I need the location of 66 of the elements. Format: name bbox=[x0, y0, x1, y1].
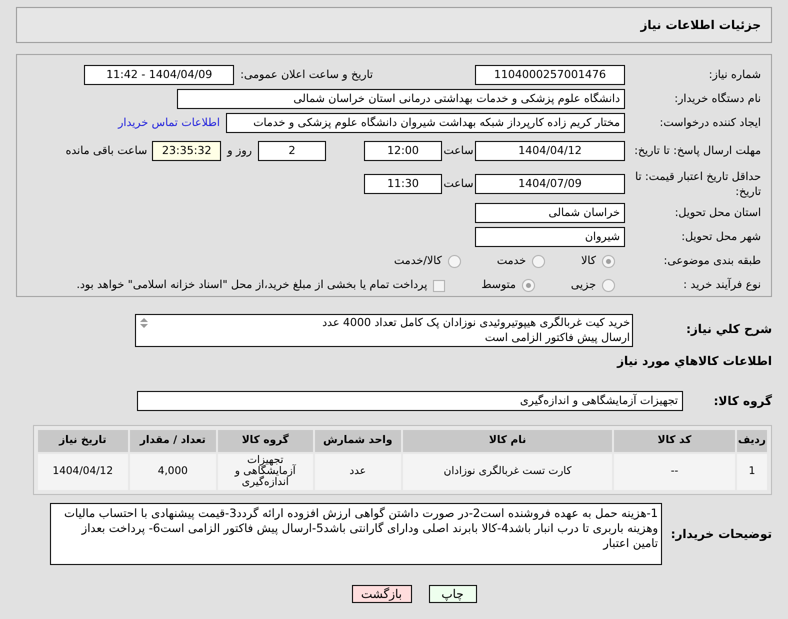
column-header: نام کالا bbox=[403, 430, 612, 452]
radio-button[interactable] bbox=[448, 254, 461, 268]
print-button[interactable]: چاپ bbox=[428, 584, 476, 602]
column-header: گروه کالا bbox=[218, 430, 313, 452]
field-label: مهلت ارسال پاسخ: تا تاریخ: bbox=[633, 143, 761, 158]
column-header: تعداد / مقدار bbox=[130, 430, 216, 452]
column-header: تاریخ نیاز bbox=[38, 430, 128, 452]
description-textarea[interactable]: خرید کیت غربالگری هیپوتیروئیدی نوزادان پک کامل تعداد 4000 عدد ارسال پیش فاکتور الزامی است bbox=[135, 314, 633, 347]
radio-label: کالا/خدمت bbox=[394, 252, 442, 269]
field-label: ساعت bbox=[442, 142, 474, 159]
column-header: ردیف bbox=[736, 430, 767, 452]
field-label: حداقل تاریخ اعتبار قیمت: تا تاریخ: bbox=[634, 168, 761, 199]
goods-group-field: تجهیزات آزمایشگاهی و اندازه‌گیری bbox=[137, 390, 683, 410]
column-header: واحد شمارش bbox=[314, 430, 402, 452]
column-header: کد کالا bbox=[614, 430, 735, 452]
field-label: استان محل تحویل: bbox=[674, 204, 761, 221]
payment-note: پرداخت تمام یا بخشی از مبلغ خرید،از محل "اسناد خزانه اسلامی" خواهد بود. bbox=[76, 277, 428, 294]
remaining-time-field: 23:35:32 bbox=[152, 140, 222, 161]
field-label: ایجاد کننده درخواست: bbox=[658, 114, 761, 131]
buyer-org-field: دانشگاه علوم پزشکی و خدمات بهداشتی درمانی استان خراسان شمالی bbox=[177, 89, 625, 109]
table-cell: -- bbox=[614, 454, 735, 490]
table-cell: 1 bbox=[736, 454, 767, 490]
field-label: توضیحات خریدار: bbox=[670, 526, 772, 542]
days-field: 2 bbox=[258, 140, 326, 161]
province-field: خراسان شمالی bbox=[475, 202, 625, 223]
table-cell: عدد bbox=[314, 454, 402, 490]
radio-label: خدمت bbox=[496, 252, 526, 269]
deadline-time-field: 12:00 bbox=[364, 140, 442, 161]
table-cell: 1404/04/12 bbox=[38, 454, 128, 490]
back-button[interactable]: بازگشت bbox=[352, 584, 412, 602]
radio-button[interactable] bbox=[602, 279, 615, 292]
radio-label: متوسط bbox=[481, 277, 516, 294]
deadline-date-field: 1404/04/12 bbox=[475, 140, 625, 161]
field-label: شرح کلي نياز: bbox=[685, 321, 772, 338]
field-label: طبقه بندی موضوعی: bbox=[662, 252, 761, 269]
radio-label: جزیی bbox=[570, 277, 596, 294]
validity-date-field: 1404/07/09 bbox=[475, 174, 625, 194]
table-cell: تجهیزات آزمایشگاهی و اندازه‌گیری bbox=[218, 454, 313, 490]
field-label: نوع فرآیند خرید : bbox=[682, 277, 761, 294]
field-label: ساعت bbox=[442, 176, 474, 192]
buyer-notes-textarea[interactable]: 1-هزینه حمل به عهده فروشنده است2-در صورت داشتن گواهی ارزش افزوده ارائه گردد3-قیمت پیشنهادی با احتساب مالیات وهزینه باربری تا درب انبار باشد4-کالا بابرند اصلی ودارای گارانتی باشد5-ارسال پیش فاکتور الزامی است6- پرداخت بعداز تامین اعتبار bbox=[50, 502, 662, 564]
buyer-contact-link[interactable]: اطلاعات تماس خریدار bbox=[118, 114, 220, 132]
requester-field: مختار کریم زاده کارپرداز شبکه بهداشت شیروان دانشگاه علوم پزشکی و خدمات bbox=[226, 113, 625, 133]
need-number-field: 1104000257001476 bbox=[475, 65, 625, 85]
radio-button[interactable] bbox=[532, 254, 546, 268]
section-title: اطلاعات کالاهاي مورد نياز bbox=[617, 354, 772, 368]
table-cell: کارت تست غربالگری نوزادان bbox=[403, 454, 612, 490]
radio-button[interactable] bbox=[602, 254, 615, 268]
field-label: ساعت باقی مانده bbox=[66, 142, 148, 159]
field-label: شماره نیاز: bbox=[708, 66, 761, 83]
announce-date-field: 1404/04/09 - 11:42 bbox=[84, 65, 234, 85]
city-field: شیروان bbox=[475, 226, 625, 247]
description-line: ارسال پیش فاکتور الزامی است bbox=[484, 330, 630, 345]
page-title: جزئیات اطلاعات نیاز bbox=[640, 17, 761, 34]
field-label: روز و bbox=[227, 142, 252, 159]
validity-time-field: 11:30 bbox=[364, 174, 442, 194]
field-label: تاریخ و ساعت اعلان عمومی: bbox=[240, 66, 373, 83]
scroll-arrows-icon bbox=[138, 317, 150, 329]
field-label: گروه کالا: bbox=[712, 392, 772, 410]
radio-button[interactable] bbox=[522, 279, 535, 292]
table-cell: 4,000 bbox=[130, 454, 216, 490]
description-line: خرید کیت غربالگری هیپوتیروئیدی نوزادان پک کامل تعداد 4000 عدد bbox=[321, 315, 630, 330]
payment-checkbox[interactable] bbox=[433, 280, 446, 292]
radio-label: کالا bbox=[581, 252, 596, 269]
field-label: شهر محل تحویل: bbox=[680, 228, 761, 245]
field-label: نام دستگاه خریدار: bbox=[673, 90, 761, 107]
